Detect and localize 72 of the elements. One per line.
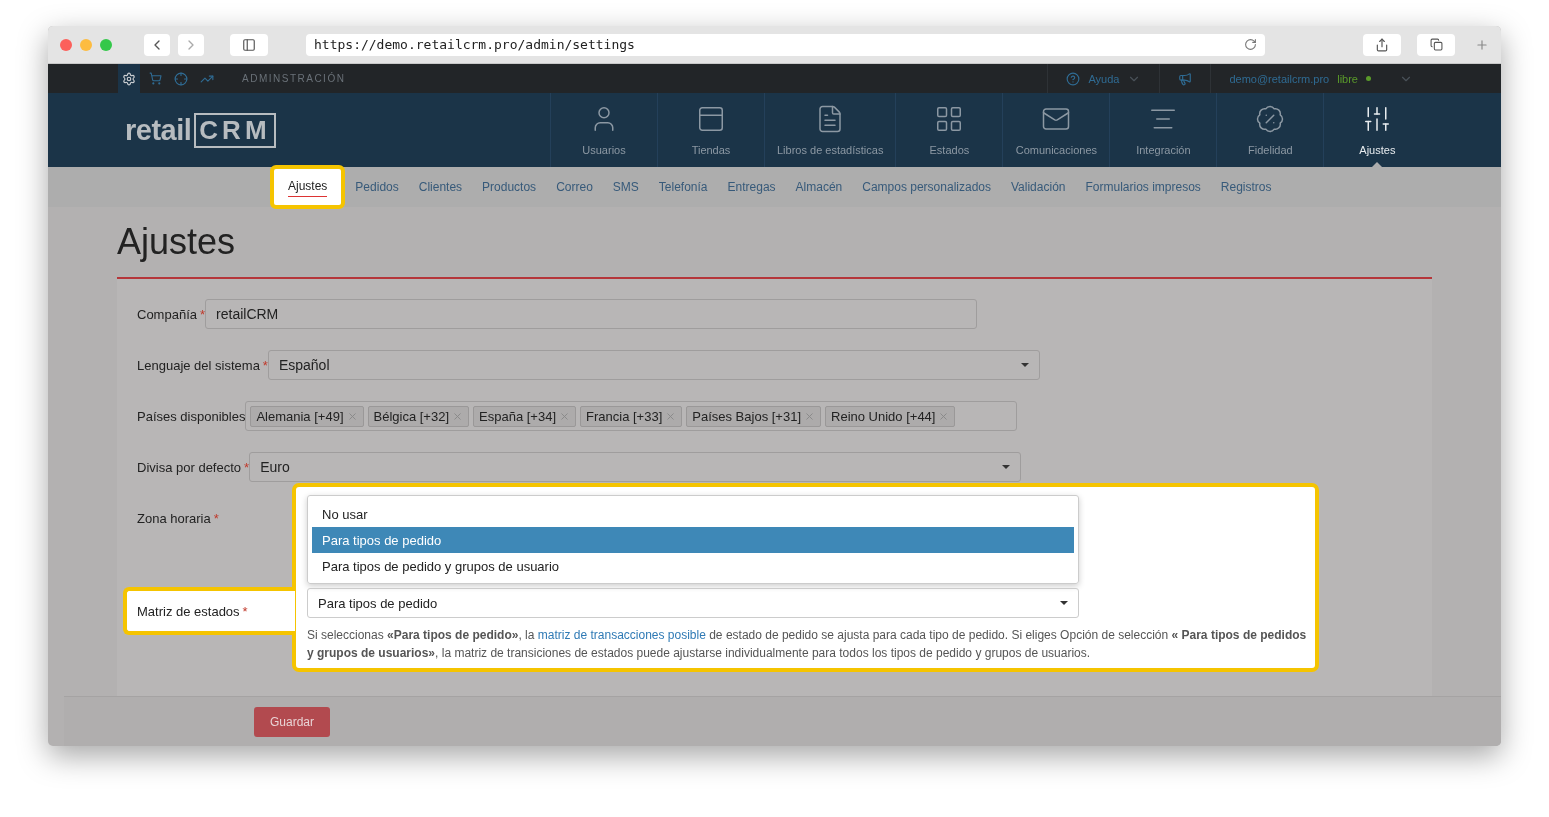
tags-field[interactable]: Alemania [+49] Bélgica [+32] España [+34] Francia [+33] Países Bajos [+31] Reino Unido [+44] [245,401,1018,431]
settings-tab[interactable]: Validación [1001,180,1076,194]
required-mark: * [213,511,219,526]
required-mark: * [244,459,250,475]
dropdown-option[interactable]: No usar [312,501,1074,527]
field-label: Divisa por defecto [137,459,242,475]
field-label: Zona horaria [137,511,211,526]
zoom-button[interactable] [100,38,112,51]
select-field[interactable]: Español [267,350,1040,380]
select-field[interactable]: Euro [249,452,1022,482]
field-label: Países disponibles [137,408,246,424]
tabs-icon [1429,38,1443,51]
settings-tab[interactable]: Entregas [717,180,786,194]
settings-tab[interactable]: Productos [472,180,547,194]
section-label: ADMINSTRACIÓN [242,73,346,84]
dropdown-option[interactable]: Para tipos de pedido [312,527,1074,553]
field-label: Compañía [137,306,197,322]
tabs-button[interactable] [1417,33,1455,56]
settings-tab[interactable]: Correo [546,180,603,194]
settings-tab[interactable]: Telefonía [648,180,718,194]
field-label: Matriz de estados [137,603,240,619]
remove-icon[interactable] [938,410,950,422]
field-label: Lenguaje del sistema [137,357,260,373]
settings-tab[interactable]: Pedidos [345,180,409,194]
required-mark: * [262,357,268,373]
settings-icon[interactable] [118,64,140,93]
select-field[interactable]: Para tipos de pedido [307,588,1079,618]
help-text: Si seleccionas «Para tipos de pedido», la matriz de transacciones posible de estado de pedido se ajusta para cada tipo de pedido. Si eliges Opción de selección « Para tipos de pedidos y grupos de usuarios», la matriz de transiciones de estados puede ajustarse individualmente para todos los tipos de pedido y grupos de usuarios. [307,627,1308,662]
back-button[interactable] [144,33,170,56]
country-tag: Países Bajos [+31] [686,405,822,427]
settings-tab[interactable]: Almacén [785,180,853,194]
remove-icon[interactable] [804,410,816,422]
remove-icon[interactable] [346,410,358,422]
address-field[interactable]: https://demo.retailcrm.pro/admin/settings [306,33,1265,56]
share-button[interactable] [1363,33,1401,56]
close-button[interactable] [60,38,72,51]
required-mark: * [200,306,206,322]
forward-button[interactable] [178,33,204,56]
megaphone-icon[interactable] [1178,71,1193,86]
percent-tag-icon [1255,104,1286,134]
new-tab-icon[interactable] [1475,37,1489,52]
help-link[interactable]: Ayuda [1088,72,1120,85]
settings-tab[interactable]: SMS [602,180,649,194]
remove-icon[interactable] [452,410,464,422]
share-icon [1375,37,1389,52]
help-icon[interactable] [1066,71,1081,86]
country-tag: Francia [+33] [580,405,683,427]
settings-tab[interactable]: Ajustes [270,165,346,209]
settings-tab[interactable]: Campos personalizados [852,180,1001,194]
sidebar-button[interactable] [230,33,268,56]
logo: retail CRM [125,93,550,167]
remove-icon[interactable] [665,410,677,422]
account-email[interactable]: demo@retailcrm.pro [1229,72,1330,85]
settings-tab[interactable]: Formularios impresos [1075,180,1211,194]
remove-icon[interactable] [559,410,570,422]
plan-label: libre [1337,72,1358,85]
country-tag: Reino Unido [+44] [825,405,956,427]
sidebar-icon [242,37,256,52]
status-dot [1366,76,1371,81]
window-icon [696,104,726,134]
settings-tab[interactable]: Registros [1210,180,1282,194]
dropdown-option[interactable]: Para tipos de pedido y grupos de usuario [312,553,1074,579]
country-tag: España [+34] [473,405,576,427]
link[interactable]: matriz de transacciones posible [537,628,706,642]
minimize-button[interactable] [80,38,92,51]
reload-icon[interactable] [1244,38,1257,51]
required-mark: * [242,603,248,619]
settings-tab[interactable]: Clientes [408,180,473,194]
text-field[interactable]: retailCRM [205,299,978,329]
country-tag: Bélgica [+32] [367,405,470,427]
save-button[interactable]: Guardar [254,706,331,737]
country-tag: Alemania [+49] [250,405,364,427]
